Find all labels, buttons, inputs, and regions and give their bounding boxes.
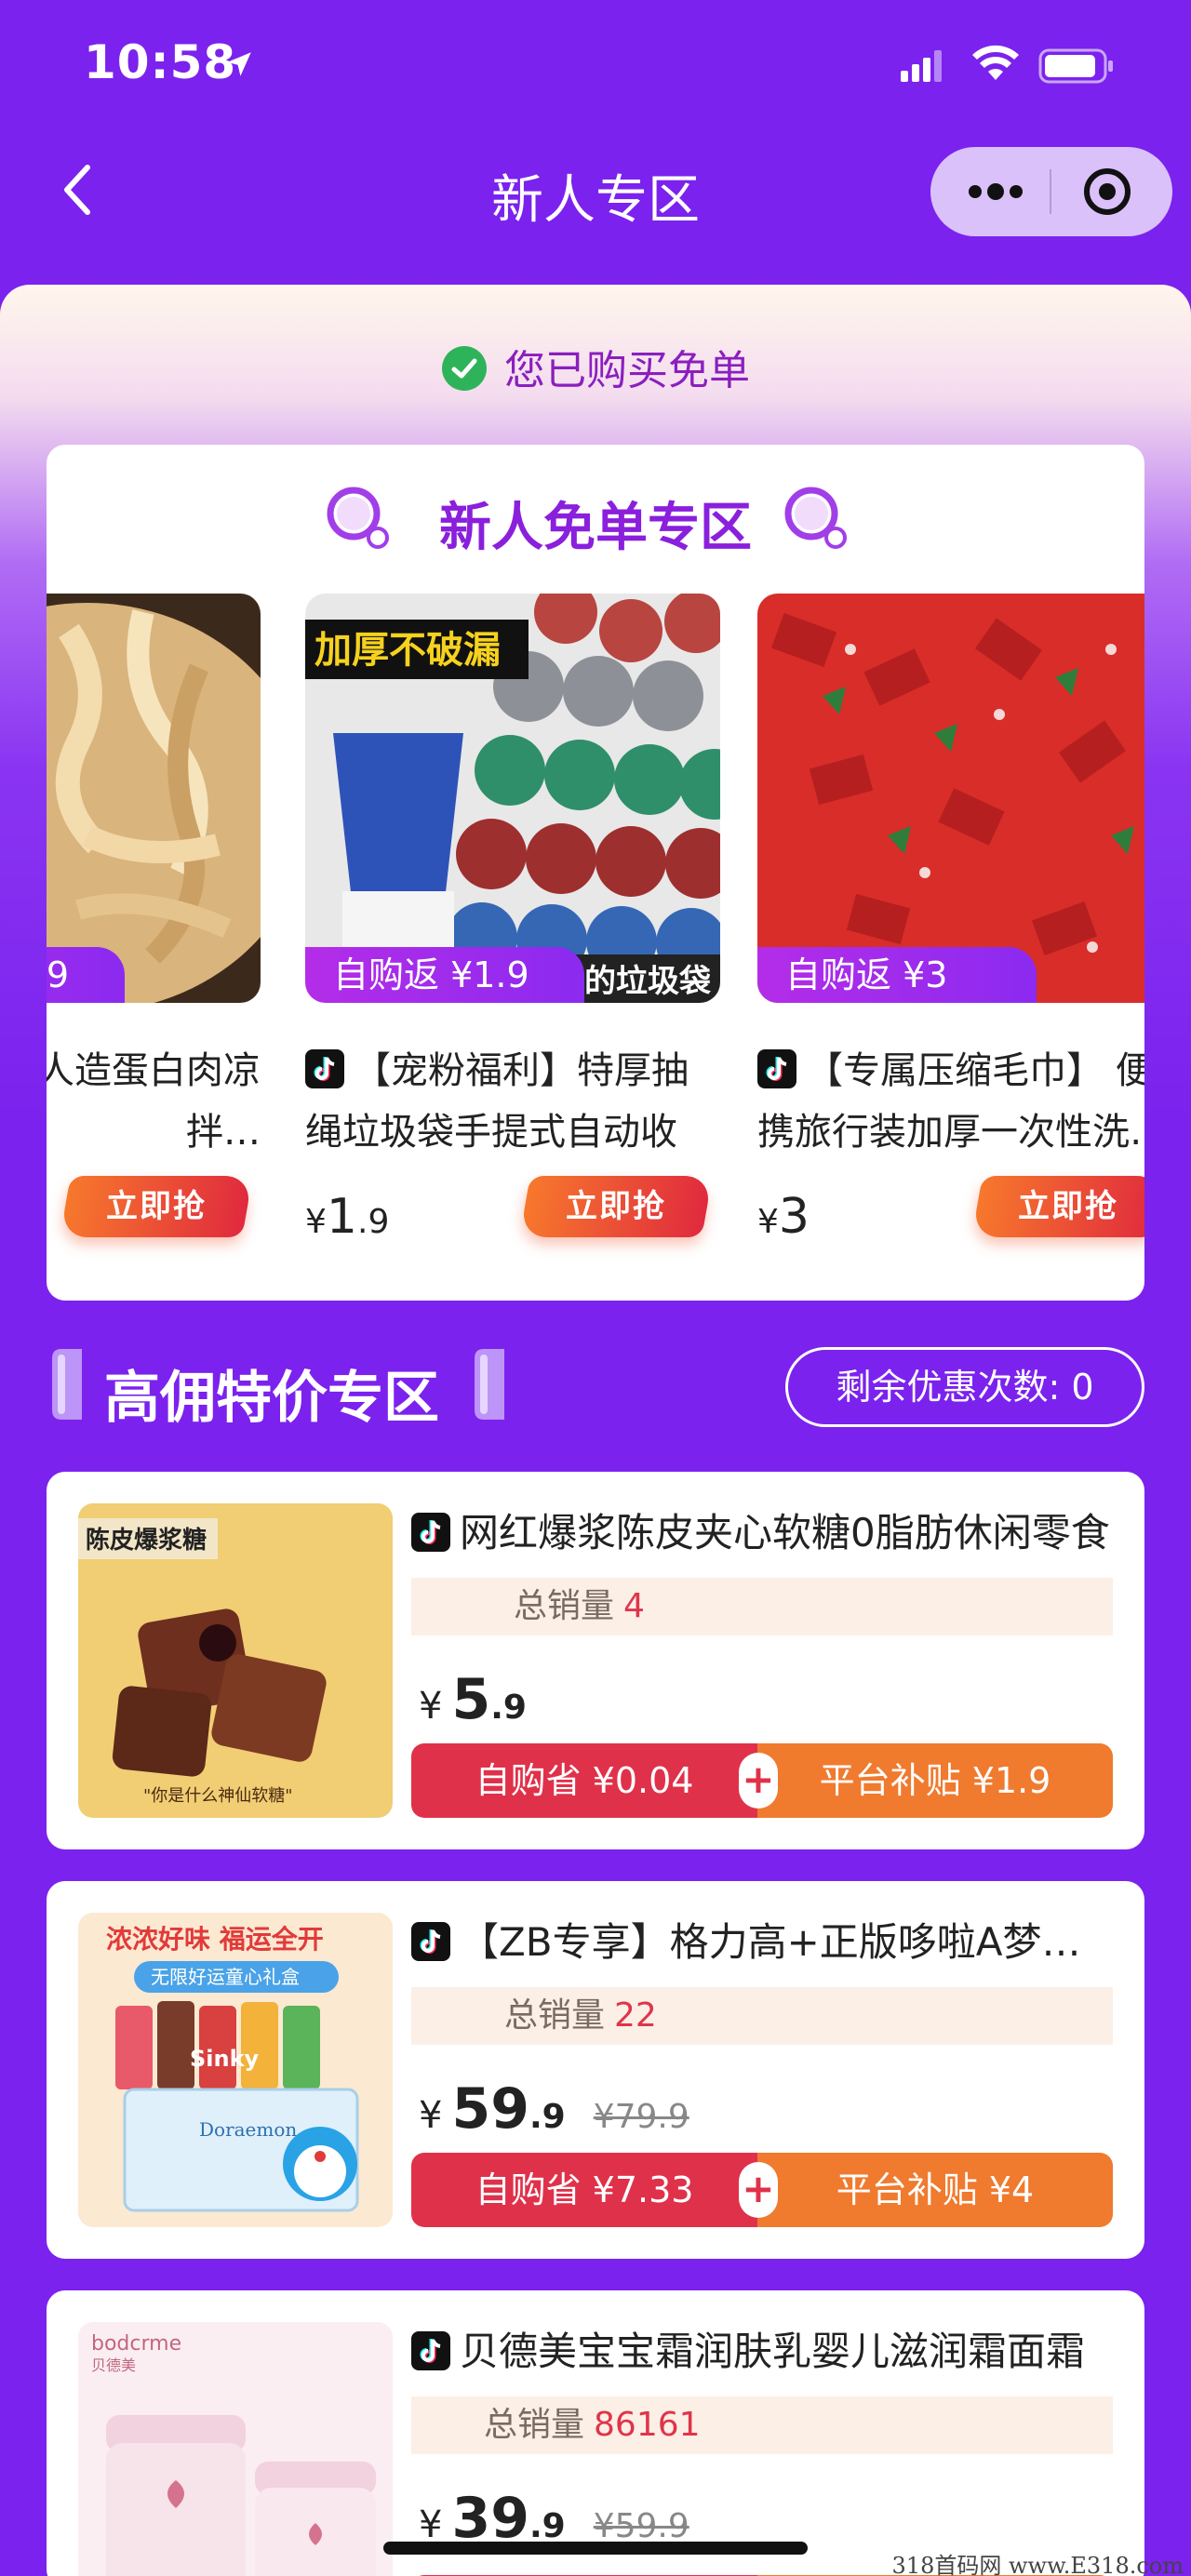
tiktok-icon [757,1049,796,1088]
product-name: 【专属压缩毛巾】 便携旅行装加厚一次性洗… [757,1049,1144,1154]
product-name: 制品干货人造蛋白肉凉拌… [47,1049,261,1154]
main-sheet: 您已购买免单 新人免单专区 9 制品干货人造蛋白肉凉拌… 立即抢 [0,285,1191,2576]
purchased-text: 您已购买免单 [504,347,750,394]
plus-icon: + [739,1753,778,1809]
free-zone-card: 新人免单专区 9 制品干货人造蛋白肉凉拌… 立即抢 [47,445,1144,1301]
signal-icon [901,50,942,82]
image-brand: Sinky [190,2046,260,2072]
product-image [47,594,261,1003]
capsule-divider [1050,169,1051,214]
product-image [757,594,1144,1003]
bracket-icon [52,1349,82,1420]
sales-count: 总销量 22 [411,1987,1113,2045]
product-name: 【宠粉福利】特厚抽绳垃圾袋手提式自动收口… [305,1049,689,1154]
product-price: ¥3 [757,1189,810,1245]
rebate-tag: 9 [47,947,125,1003]
platform-subsidy-button[interactable]: 平台补贴 ¥4 [757,2153,1113,2227]
tiktok-icon [411,2331,450,2370]
product-card[interactable]: 陈皮爆浆糖 "你是什么神仙软糖" 网红爆浆陈皮夹心软糖0脂肪休闲零食 总销量 4 … [47,1472,1144,1849]
product-card[interactable]: 浓浓好味 福运全开 无限好运童心礼盒 Sinky Doraemon 【ZB专享】… [47,1881,1144,2259]
buy-split-button[interactable]: 自购省 ¥0.04 平台补贴 ¥1.9 + [411,1743,1113,1818]
image-tag-text: 陈皮爆浆糖 [86,1526,207,1555]
product-name: 【ZB专享】格力高+正版哆啦A梦礼盒 [411,1915,1118,1970]
image-subtitle: 无限好运童心礼盒 [151,1966,300,1988]
image-box-text: Doraemon [199,2118,297,2141]
plus-icon: + [739,2162,778,2218]
product-image: 加厚不破漏 的垃圾袋 [305,594,720,1003]
original-price: ¥59.9 [593,2507,689,2545]
tiktok-icon [305,1049,344,1088]
status-time: 10:58 [84,35,237,89]
rebate-tag: 自购返 ¥3 [757,947,1037,1003]
image-caption: "你是什么神仙软糖" [143,1786,293,1806]
self-save-button[interactable]: 自购省 ¥7.33 [411,2153,757,2227]
target-icon[interactable] [1081,166,1133,218]
product-name: 网红爆浆陈皮夹心软糖0脂肪休闲零食 [411,1505,1118,1561]
rebate-tag: 自购返 ¥1.9 [305,947,584,1003]
image-brand: bodcrme [91,2332,181,2356]
tiktok-icon [411,1513,450,1552]
tiktok-icon [411,1922,450,1961]
free-zone-title: 新人免单专区 [439,498,752,558]
watermark: 318首码网 www.E318.com [891,2553,1184,2576]
buy-now-button[interactable]: 立即抢 [60,1176,253,1237]
buy-now-button[interactable]: 立即抢 [971,1176,1144,1237]
check-icon [442,346,487,391]
product-image: bodcrme 贝德美 [78,2322,393,2576]
section-title: 高佣特价专区 [104,1366,439,1431]
product-image: 浓浓好味 福运全开 无限好运童心礼盒 Sinky Doraemon [78,1913,393,2227]
image-tag-text: 加厚不破漏 [314,629,501,672]
product-price: ¥59.9 ¥79.9 [419,2076,689,2142]
image-brand-cn: 贝德美 [91,2356,136,2374]
image-bottom-text: 的垃圾袋 [584,963,711,1000]
home-indicator [383,2542,808,2555]
buy-split-button[interactable]: 自购省 ¥7.33 平台补贴 ¥4 + [411,2153,1113,2227]
platform-subsidy-button[interactable]: 平台补贴 ¥1.9 [757,1743,1113,1818]
status-bar: 10:58 [0,0,1191,138]
mini-program-capsule [930,147,1172,236]
product-name: 贝德美宝宝霜润肤乳婴儿滋润霜面霜 [411,2324,1118,2380]
bubble-icon [784,487,847,549]
product-price: ¥5.9 [419,1667,527,1732]
bracket-icon [475,1349,504,1420]
image-headline: 浓浓好味 福运全开 [106,1924,324,1955]
original-price: ¥79.9 [593,2098,689,2136]
sales-count: 总销量 4 [411,1578,1113,1635]
more-icon[interactable] [958,169,1033,214]
sales-count: 总销量 86161 [411,2396,1113,2454]
product-card[interactable]: bodcrme 贝德美 贝德美宝宝霜润肤乳婴儿滋润霜面霜 总销量 86161 ¥3… [47,2290,1144,2576]
remaining-count-badge[interactable]: 剩余优惠次数: 0 [785,1347,1144,1427]
battery-icon [1038,48,1113,84]
location-arrow-icon [227,52,251,76]
self-save-button[interactable]: 自购省 ¥0.04 [411,1743,757,1818]
product-image: 陈皮爆浆糖 "你是什么神仙软糖" [78,1503,393,1818]
purchased-banner: 您已购买免单 [0,337,1191,396]
wifi-icon [972,45,1019,80]
product-price: ¥1.9 [305,1189,390,1245]
buy-now-button[interactable]: 立即抢 [519,1176,713,1237]
